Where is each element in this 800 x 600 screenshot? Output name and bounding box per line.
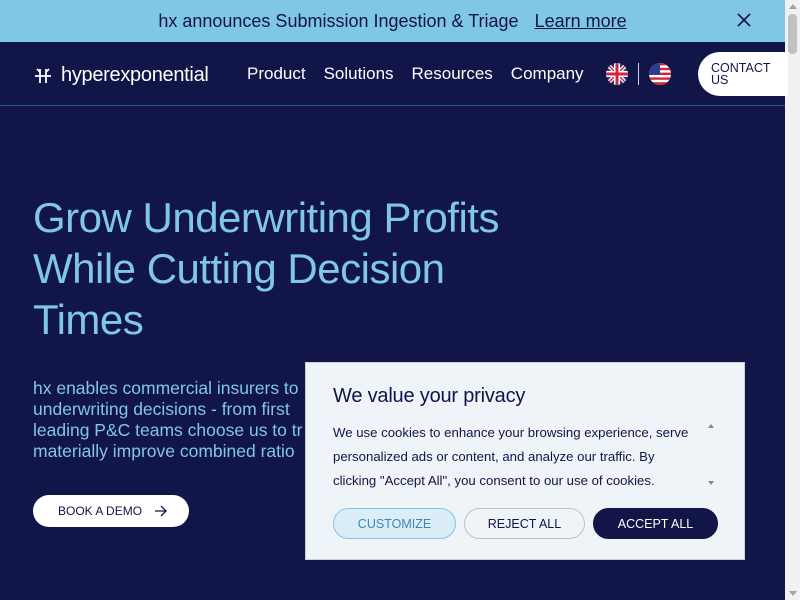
cookie-title: We value your privacy: [333, 385, 526, 407]
book-demo-label: BOOK A DEMO: [58, 504, 143, 518]
contact-label-line2: US: [711, 73, 729, 87]
cookie-text-line2: personalized ads or content, and analyze…: [333, 449, 655, 464]
cookie-consent-dialog: We value your privacy We use cookies to …: [305, 362, 745, 560]
learn-more-link[interactable]: Learn more: [535, 11, 627, 32]
cookie-text-line1: We use cookies to enhance your browsing …: [333, 425, 689, 440]
arrow-right-icon: [155, 505, 167, 517]
logo[interactable]: hyperexponential: [33, 64, 209, 87]
nav-item-solutions[interactable]: Solutions: [324, 64, 394, 84]
cookie-scroll-up-icon[interactable]: [708, 424, 714, 428]
nav-item-company[interactable]: Company: [511, 64, 584, 84]
hero-body-line2: underwriting decisions - from first: [33, 399, 290, 419]
hero-title-line1: Grow Underwriting Profits: [33, 194, 499, 241]
hero-body-line4: materially improve combined ratio: [33, 441, 295, 461]
us-flag-icon[interactable]: [649, 63, 671, 85]
nav-item-product[interactable]: Product: [247, 64, 306, 84]
reject-all-button[interactable]: REJECT ALL: [464, 508, 585, 539]
accept-all-button[interactable]: ACCEPT ALL: [593, 508, 718, 539]
announcement-bar: hx announces Submission Ingestion & Tria…: [0, 0, 785, 42]
hero-body-line1: hx enables commercial insurers to: [33, 378, 299, 398]
hx-logo-icon: [35, 67, 51, 83]
announcement-message: hx announces Submission Ingestion & Tria…: [158, 10, 519, 31]
contact-us-button[interactable]: CONTACT US: [698, 52, 788, 96]
hero-body-line3: leading P&C teams choose us to tr: [33, 420, 303, 440]
main-navbar: hyperexponential Product Solutions Resou…: [0, 42, 788, 106]
cookie-text-line3: clicking "Accept All", you consent to ou…: [333, 473, 655, 488]
scrollbar-thumb[interactable]: [788, 14, 797, 54]
book-demo-button[interactable]: BOOK A DEMO: [33, 495, 189, 527]
customize-button[interactable]: CUSTOMIZE: [333, 508, 456, 539]
nav-item-resources[interactable]: Resources: [412, 64, 493, 84]
logo-text: hyperexponential: [61, 64, 209, 86]
hero-title-line3: Times: [33, 296, 144, 343]
scroll-down-arrow-icon[interactable]: [789, 591, 797, 596]
hero-description: hx enables commercial insurers to underw…: [33, 378, 323, 468]
uk-flag-icon[interactable]: [606, 63, 628, 85]
hero-title: Grow Underwriting Profits While Cutting …: [33, 192, 553, 345]
flag-divider: [638, 63, 639, 85]
cookie-text: We use cookies to enhance your browsing …: [333, 421, 703, 495]
cookie-scroll-down-icon[interactable]: [708, 481, 714, 485]
scroll-up-arrow-icon[interactable]: [789, 4, 797, 9]
language-switcher: [606, 63, 671, 85]
nav-menu: Product Solutions Resources Company: [247, 64, 602, 84]
close-icon[interactable]: [735, 11, 753, 29]
hero-title-line2: While Cutting Decision: [33, 245, 445, 292]
